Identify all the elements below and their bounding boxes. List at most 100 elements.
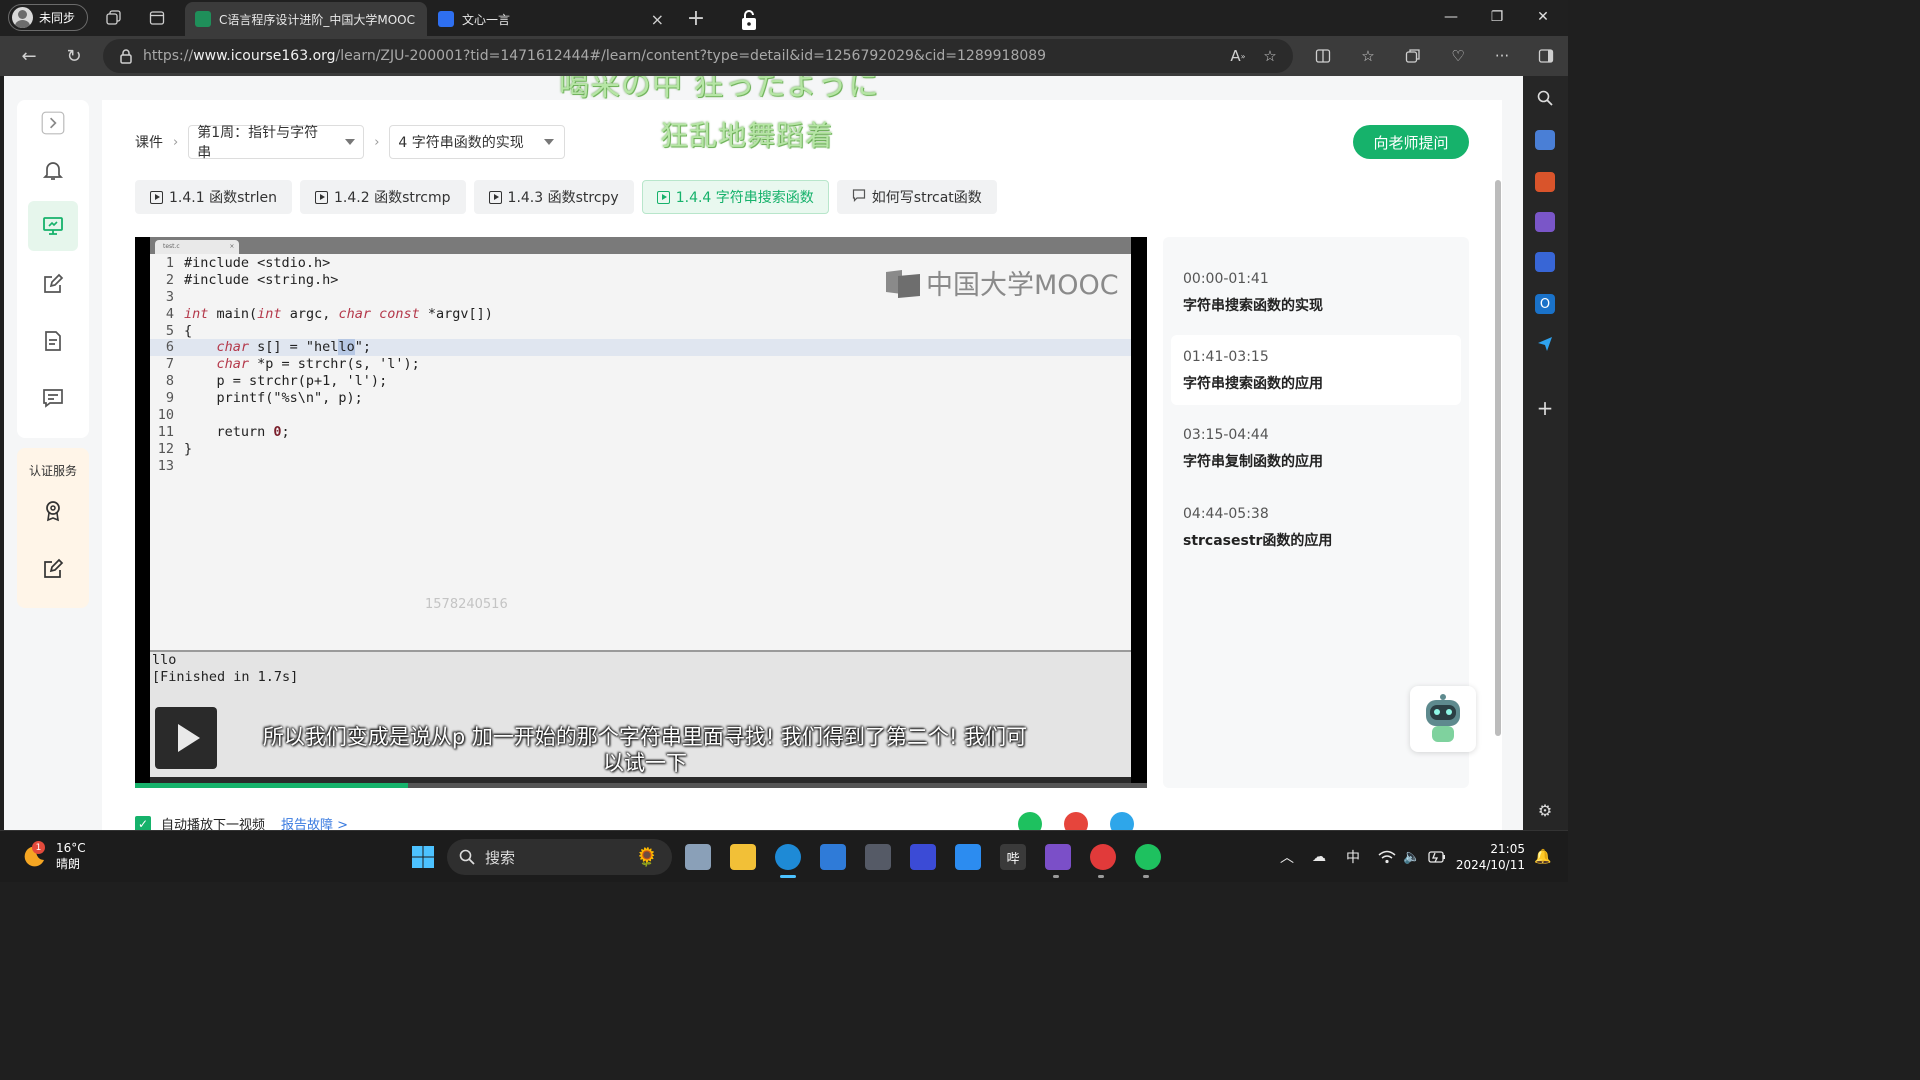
chapter-item[interactable]: 01:41-03:15 字符串搜索函数的应用 [1171,335,1461,405]
split-screen-icon[interactable] [1312,45,1334,67]
code-line: 10 [150,407,1131,424]
subtitle-line: 所以我们变成是说从p 加一开始的那个字符串里面寻找! 我们得到了第二个! 我们可 [262,725,1028,749]
new-tab-icon[interactable]: + [684,6,708,31]
favorites-icon[interactable]: ☆ [1357,45,1379,67]
weibo-share-icon[interactable] [1064,812,1088,830]
code-line: 9 printf("%s\n", p); [150,390,1131,407]
chapter-item[interactable]: 03:15-04:44 字符串复制函数的应用 [1171,413,1461,483]
games-icon[interactable] [1535,212,1555,232]
tray-overflow-icon[interactable]: ︿ [1280,831,1294,883]
clock-time: 21:05 [1490,842,1525,856]
video-icon [488,190,502,204]
netease-music-icon[interactable] [1090,844,1116,870]
expand-nav-icon[interactable] [28,108,78,138]
close-window-button[interactable]: ✕ [1520,0,1566,34]
bilibili-icon[interactable]: 哔 [1000,844,1026,870]
windows-start-icon[interactable] [410,844,436,870]
wifi-icon[interactable] [1378,831,1396,883]
volume-icon[interactable]: 🔈 [1403,831,1420,883]
tab-mooc[interactable]: C语言程序设计进阶_中国大学MOOC [185,2,427,36]
wechat-icon[interactable] [1135,844,1161,870]
math-app-icon[interactable] [910,844,936,870]
close-tab-icon[interactable]: × [651,10,664,29]
lock-icon [738,8,760,32]
line-number: 12 [157,440,174,457]
send-icon[interactable] [1535,334,1555,354]
minimize-button[interactable]: — [1428,0,1474,34]
collections-icon[interactable] [1402,45,1424,67]
unit-select[interactable]: 4 字符串函数的实现 [389,125,566,159]
video-progress-bar[interactable] [135,783,1147,788]
refresh-icon[interactable]: ↻ [63,45,85,67]
ai-assistant-robot-icon[interactable] [1410,686,1476,752]
unity-icon[interactable] [865,844,891,870]
taskbar-clock[interactable]: 21:05 2024/10/11 [1455,841,1525,873]
video-player[interactable]: test.c × 1 #include <stdio.h> 2 #include <s… [135,237,1147,788]
tab-wenxin[interactable]: 文心一言 × [428,2,674,36]
site-lock-icon[interactable] [119,48,133,64]
shopping-tag-icon[interactable] [1535,130,1555,150]
lesson-tab-strcmp[interactable]: 1.4.2 函数strcmp [300,180,466,214]
taskbar-search[interactable]: 搜索 🌻 [447,839,672,875]
ime-indicator[interactable]: 中 [1346,831,1360,883]
tab-actions-icon[interactable] [147,8,167,28]
document-icon[interactable] [28,316,78,366]
chapter-item[interactable]: 04:44-05:38 strcasestr函数的应用 [1171,492,1461,562]
copilot-icon[interactable] [1535,252,1555,272]
console-line: [Finished in 1.7s] [152,669,299,685]
discussion-icon[interactable] [28,373,78,423]
windows-taskbar: 1 16°C 晴朗 搜索 🌻 哔 ︿ ☁ 中 🔈 21:05 2024/10/1… [0,830,1568,882]
code-line: 8 p = strchr(p+1, 'l'); [150,373,1131,390]
courseware-icon[interactable] [28,201,78,251]
line-number: 11 [157,423,174,440]
restore-button[interactable]: ❐ [1474,0,1520,34]
sidebar-toggle-icon[interactable] [1535,45,1557,67]
ask-teacher-button[interactable]: 向老师提问 [1353,125,1469,159]
notification-bell-icon[interactable]: 🔔 [1534,831,1551,883]
add-icon[interactable]: + [1535,396,1555,420]
task-view-icon[interactable] [685,844,711,870]
read-aloud-icon[interactable]: A» [1227,47,1249,65]
play-button[interactable] [155,707,217,769]
autoplay-checkbox[interactable]: ✓ [135,815,151,830]
battery-icon[interactable] [1428,831,1446,883]
code-text: } [184,440,193,457]
chapter-item[interactable]: 00:00-01:41 字符串搜索函数的实现 [1171,257,1461,327]
microsoft-store-icon[interactable] [820,844,846,870]
certificate-badge-icon[interactable] [28,486,78,536]
week-select[interactable]: 第1周：指针与字符串 [188,125,365,161]
qq-share-icon[interactable] [1110,812,1134,830]
visual-studio-icon[interactable] [1045,844,1071,870]
exam-edit-icon[interactable] [28,544,78,594]
file-explorer-icon[interactable] [730,844,756,870]
url-field[interactable]: https://www.icourse163.org/learn/ZJU-200… [103,39,1293,73]
wechat-share-icon[interactable] [1018,812,1042,830]
weather-widget[interactable]: 1 16°C 晴朗 [22,840,86,872]
notification-bell-icon[interactable] [28,145,78,195]
browser-essentials-icon[interactable]: ♡ [1447,45,1469,67]
edge-browser-icon[interactable] [775,844,801,870]
console-line: llo [152,652,177,668]
breadcrumb-root[interactable]: 课件 [135,132,163,152]
onedrive-cloud-icon[interactable]: ☁ [1312,831,1326,883]
cursor-app-icon[interactable] [955,844,981,870]
back-icon[interactable]: ← [18,45,40,67]
more-menu-icon[interactable]: ··· [1491,45,1513,67]
report-issue-link[interactable]: 报告故障 > [281,814,348,830]
lesson-tab-strlen[interactable]: 1.4.1 函数strlen [135,180,292,214]
favorite-star-icon[interactable]: ☆ [1259,47,1281,65]
lesson-tab-strcpy[interactable]: 1.4.3 函数strcpy [473,180,634,214]
profile-button[interactable]: 未同步 [8,4,88,31]
lesson-tab-search[interactable]: 1.4.4 字符串搜索函数 [641,180,829,214]
workspaces-icon[interactable] [104,8,124,28]
tools-icon[interactable] [1535,172,1555,192]
line-number: 5 [165,322,174,339]
line-number: 7 [165,356,174,373]
search-icon[interactable] [1535,88,1555,108]
page-scrollbar[interactable] [1495,180,1501,736]
code-text: int main(int argc, char const *argv[]) [184,305,493,322]
lesson-tab-strcat[interactable]: 如何写strcat函数 [836,180,997,214]
homework-edit-icon[interactable] [28,259,78,309]
settings-gear-icon[interactable]: ⚙ [1535,800,1555,820]
outlook-icon[interactable]: O [1535,294,1555,314]
